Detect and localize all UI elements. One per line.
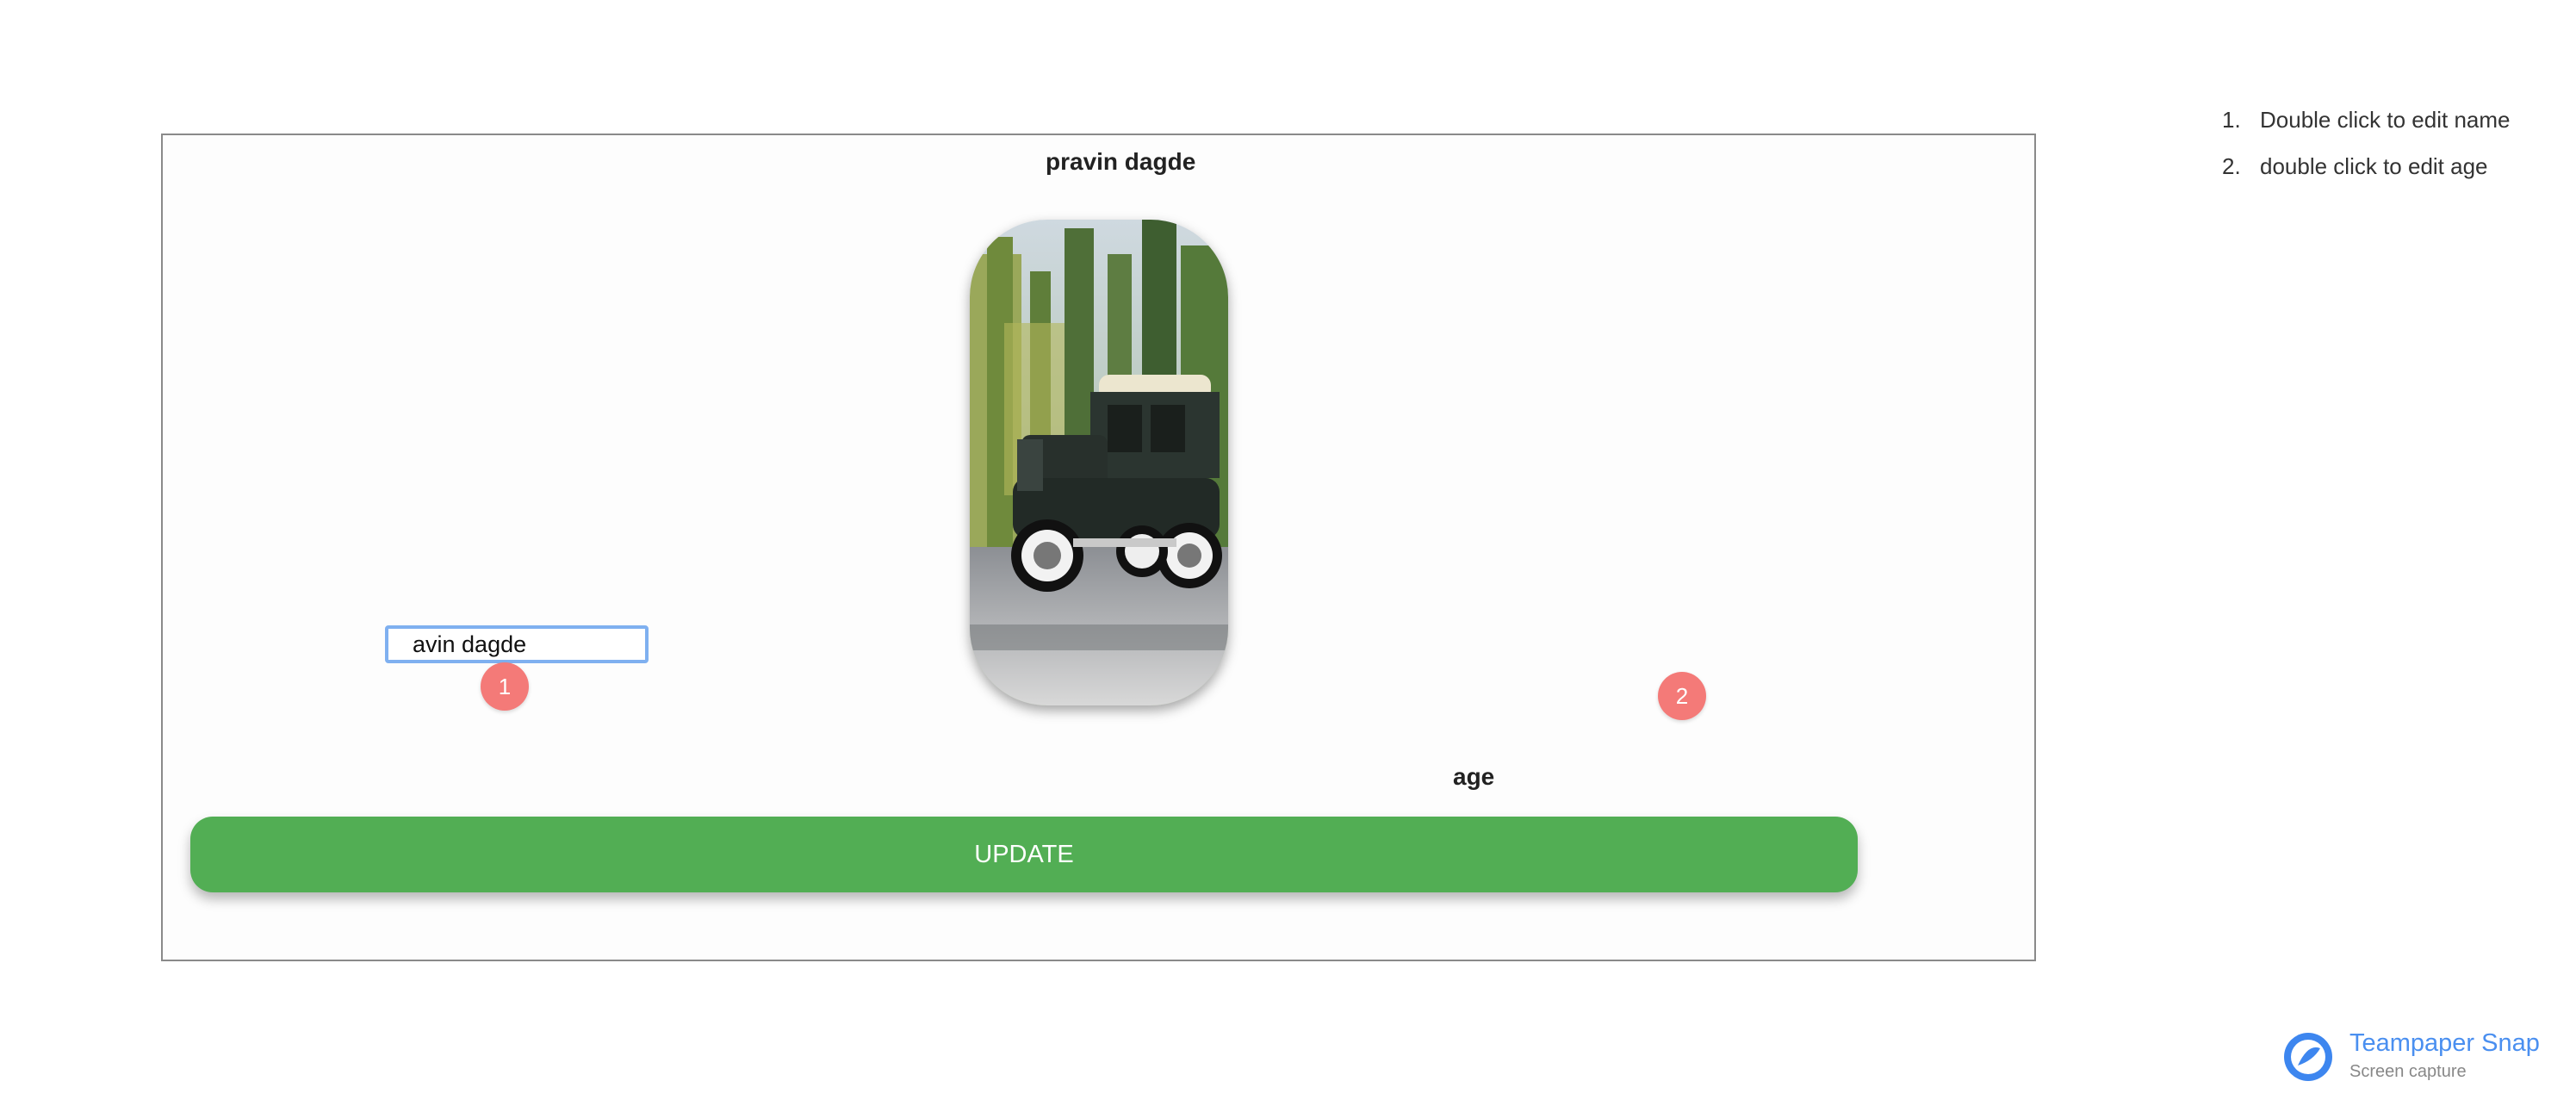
instruction-text: Double click to edit name (2260, 107, 2511, 133)
profile-name-title[interactable]: pravin dagde (1046, 148, 1195, 175)
age-label[interactable]: age (1453, 763, 1494, 791)
instruction-item: 2. double click to edit age (2222, 150, 2510, 196)
name-input[interactable] (385, 625, 649, 663)
instruction-item: 1. Double click to edit name (2222, 103, 2510, 150)
brand-name: Teampaper Snap (2349, 1029, 2540, 1057)
annotation-marker-2: 2 (1658, 672, 1706, 720)
teampaper-logo-icon (2284, 1033, 2332, 1081)
teampaper-brand[interactable]: Teampaper Snap Screen capture (2282, 1028, 2558, 1088)
update-button[interactable]: UPDATE (190, 817, 1858, 892)
brand-subtitle: Screen capture (2349, 1062, 2467, 1081)
instruction-number: 1. (2222, 107, 2241, 133)
page: pravin dagde avin dagde age UPDATE 1 2 1… (0, 0, 2576, 1106)
instruction-list: 1. Double click to edit name 2. double cli… (2222, 103, 2510, 196)
annotation-marker-1: 1 (481, 662, 529, 711)
instruction-text: double click to edit age (2260, 153, 2488, 179)
profile-photo (970, 220, 1228, 705)
vintage-car-photo-icon (970, 220, 1228, 705)
instruction-number: 2. (2222, 153, 2241, 179)
